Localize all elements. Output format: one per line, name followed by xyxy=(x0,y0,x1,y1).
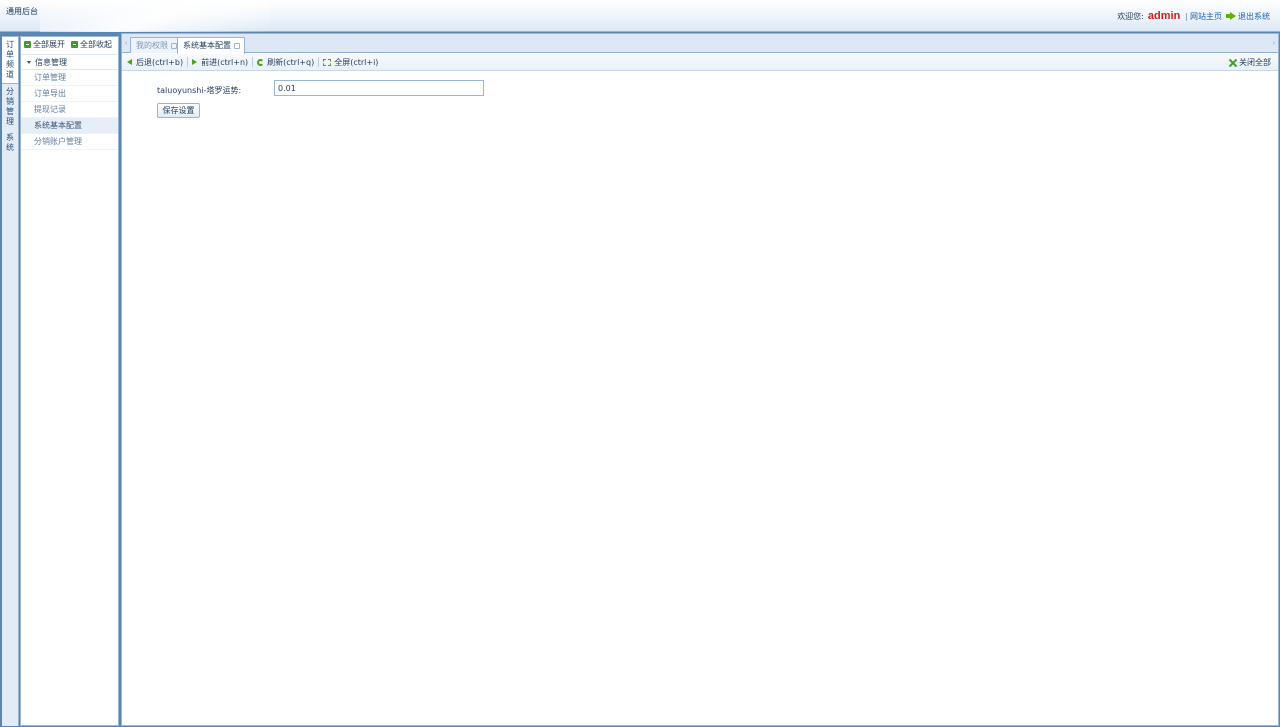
tree-group-info[interactable]: 信息管理 xyxy=(21,54,118,70)
tab-system-config[interactable]: 系统基本配置 xyxy=(177,37,245,54)
tab-scroll-left-icon[interactable]: ‹ xyxy=(123,37,129,50)
close-all-button[interactable]: 关闭全部 xyxy=(1229,57,1271,68)
logout-link[interactable]: 退出系统 xyxy=(1238,11,1270,22)
collapse-all-button[interactable]: 全部收起 xyxy=(71,39,112,50)
channel-tab-orders[interactable]: 订单频道 xyxy=(2,36,18,84)
site-home-link[interactable]: 网站主页 xyxy=(1190,11,1222,22)
close-all-label: 关闭全部 xyxy=(1239,58,1271,67)
channel-tab-system[interactable]: 系统 xyxy=(2,130,18,156)
toolbar-divider xyxy=(252,57,254,67)
tab-my-permissions[interactable]: 我的权限 xyxy=(130,37,182,53)
welcome-text: 欢迎您: xyxy=(1117,11,1144,21)
forward-arrow-icon xyxy=(192,59,198,65)
config-value-input[interactable] xyxy=(274,80,484,96)
tab-close-icon[interactable] xyxy=(234,43,240,49)
refresh-icon xyxy=(257,58,265,66)
back-label: 后退(ctrl+b) xyxy=(136,57,184,67)
forward-button[interactable]: 前进(ctrl+n) xyxy=(192,57,248,68)
app-title: 通用后台 xyxy=(6,7,38,16)
caret-down-icon xyxy=(27,60,31,64)
user-area: 欢迎您: admin | 网站主页 退出系统 xyxy=(1117,10,1270,22)
separator: | xyxy=(1185,11,1188,21)
forward-label: 前进(ctrl+n) xyxy=(201,57,249,67)
toolbar-divider xyxy=(187,57,189,67)
collapse-all-label: 全部收起 xyxy=(80,40,112,49)
toolbar-divider xyxy=(318,57,320,67)
expand-all-button[interactable]: 全部展开 xyxy=(24,39,65,50)
config-field-label: taluoyunshi-塔罗运势: xyxy=(157,86,242,95)
channel-tab-label: 系统 xyxy=(6,133,14,152)
save-settings-button[interactable]: 保存设置 xyxy=(157,103,200,118)
navigation-tree: 全部展开 全部收起 信息管理 订单管理 订单导出 提现记录 系统基本配置 分销账… xyxy=(20,36,119,726)
tree-item-system-config[interactable]: 系统基本配置 xyxy=(21,118,118,134)
back-button[interactable]: 后退(ctrl+b) xyxy=(127,57,183,68)
channel-tab-label: 分销管理 xyxy=(6,87,14,126)
tree-item-order-management[interactable]: 订单管理 xyxy=(21,70,118,86)
logout-arrow-icon xyxy=(1226,12,1236,20)
main-panel: ‹ 我的权限 系统基本配置 › 后退(ctrl+b) 前进(ctrl+n) 刷新… xyxy=(121,33,1279,726)
top-header: 通用后台 欢迎您: admin | 网站主页 退出系统 xyxy=(0,0,1280,32)
header-decoration xyxy=(40,0,270,32)
tree-item-withdraw-records[interactable]: 提现记录 xyxy=(21,102,118,118)
back-arrow-icon xyxy=(127,59,132,65)
close-icon xyxy=(1229,59,1237,67)
expand-icon xyxy=(24,41,31,48)
refresh-label: 刷新(ctrl+q) xyxy=(267,57,315,67)
collapse-icon xyxy=(71,41,78,48)
tab-label: 我的权限 xyxy=(136,41,168,50)
tab-scroll-right-icon[interactable]: › xyxy=(1271,37,1277,50)
channel-tab-label: 订单频道 xyxy=(6,40,14,79)
tree-item-distribution-accounts[interactable]: 分销账户管理 xyxy=(21,134,118,150)
fullscreen-icon xyxy=(323,58,332,66)
tab-label: 系统基本配置 xyxy=(183,41,231,50)
fullscreen-button[interactable]: 全屏(ctrl+i) xyxy=(323,57,378,68)
fullscreen-label: 全屏(ctrl+i) xyxy=(334,57,379,67)
channel-tabs: 订单频道 分销管理 系统 xyxy=(2,36,19,726)
expand-all-label: 全部展开 xyxy=(33,40,65,49)
refresh-button[interactable]: 刷新(ctrl+q) xyxy=(257,57,314,68)
channel-tab-distribution[interactable]: 分销管理 xyxy=(2,84,18,130)
tree-group-label: 信息管理 xyxy=(35,57,67,67)
toolbar: 后退(ctrl+b) 前进(ctrl+n) 刷新(ctrl+q) 全屏(ctrl… xyxy=(122,54,1278,71)
tab-bar: ‹ 我的权限 系统基本配置 › xyxy=(122,34,1278,54)
tree-item-order-export[interactable]: 订单导出 xyxy=(21,86,118,102)
username: admin xyxy=(1147,10,1181,22)
tree-controls: 全部展开 全部收起 xyxy=(21,37,118,52)
